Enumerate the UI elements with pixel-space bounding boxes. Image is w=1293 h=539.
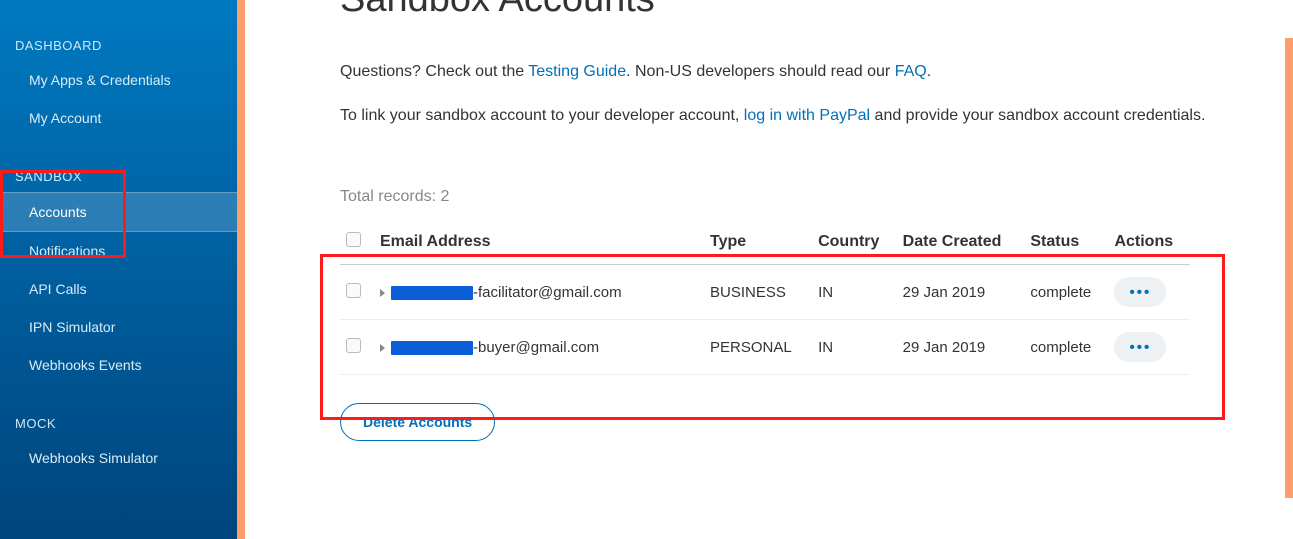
main-content: Sandbox Accounts Questions? Check out th… bbox=[245, 0, 1293, 539]
divider-strip-right bbox=[1285, 38, 1293, 498]
cell-status: complete bbox=[1024, 265, 1108, 320]
intro-p1-a: Questions? Check out the bbox=[340, 63, 528, 80]
cell-type: PERSONAL bbox=[704, 320, 812, 375]
row-actions-button[interactable]: ••• bbox=[1114, 332, 1166, 362]
chevron-right-icon[interactable] bbox=[380, 289, 385, 297]
total-value: 2 bbox=[440, 188, 449, 205]
link-faq[interactable]: FAQ bbox=[895, 63, 927, 80]
chevron-right-icon[interactable] bbox=[380, 344, 385, 352]
sidebar-item-accounts[interactable]: Accounts bbox=[0, 192, 237, 232]
sidebar: DASHBOARD My Apps & Credentials My Accou… bbox=[0, 0, 237, 539]
sidebar-item-ipn-simulator[interactable]: IPN Simulator bbox=[0, 308, 237, 346]
cell-country: IN bbox=[812, 265, 897, 320]
cell-type: BUSINESS bbox=[704, 265, 812, 320]
intro-p2-a: To link your sandbox account to your dev… bbox=[340, 107, 744, 124]
link-testing-guide[interactable]: Testing Guide bbox=[528, 63, 626, 80]
table-row: -facilitator@gmail.com BUSINESS IN 29 Ja… bbox=[340, 265, 1190, 320]
link-login-paypal[interactable]: log in with PayPal bbox=[744, 107, 870, 124]
intro-p1-c: . bbox=[927, 63, 931, 80]
col-type: Type bbox=[704, 224, 812, 265]
section-title-sandbox: SANDBOX bbox=[0, 159, 237, 192]
checkbox-row[interactable] bbox=[346, 338, 361, 353]
sidebar-item-my-account[interactable]: My Account bbox=[0, 99, 237, 137]
accounts-table: Email Address Type Country Date Created … bbox=[340, 224, 1190, 375]
col-country: Country bbox=[812, 224, 897, 265]
intro-text: Questions? Check out the Testing Guide. … bbox=[340, 59, 1253, 128]
total-records: Total records: 2 bbox=[340, 188, 1253, 206]
section-title-mock: MOCK bbox=[0, 406, 237, 439]
redacted-text bbox=[391, 286, 473, 300]
sidebar-item-api-calls[interactable]: API Calls bbox=[0, 270, 237, 308]
cell-status: complete bbox=[1024, 320, 1108, 375]
page-title: Sandbox Accounts bbox=[340, 0, 1253, 21]
sidebar-item-notifications[interactable]: Notifications bbox=[0, 232, 237, 270]
col-email: Email Address bbox=[374, 224, 704, 265]
email-suffix: -facilitator@gmail.com bbox=[473, 284, 622, 301]
intro-p1-b: . Non-US developers should read our bbox=[626, 63, 895, 80]
checkbox-select-all[interactable] bbox=[346, 232, 361, 247]
sidebar-item-webhooks-simulator[interactable]: Webhooks Simulator bbox=[0, 439, 237, 477]
redacted-text bbox=[391, 341, 473, 355]
col-status: Status bbox=[1024, 224, 1108, 265]
intro-p2-b: and provide your sandbox account credent… bbox=[870, 107, 1205, 124]
row-actions-button[interactable]: ••• bbox=[1114, 277, 1166, 307]
col-date-created: Date Created bbox=[897, 224, 1025, 265]
cell-date: 29 Jan 2019 bbox=[897, 265, 1025, 320]
divider-strip bbox=[237, 0, 245, 539]
table-row: -buyer@gmail.com PERSONAL IN 29 Jan 2019… bbox=[340, 320, 1190, 375]
cell-country: IN bbox=[812, 320, 897, 375]
cell-date: 29 Jan 2019 bbox=[897, 320, 1025, 375]
delete-accounts-button[interactable]: Delete Accounts bbox=[340, 403, 495, 441]
sidebar-item-my-apps[interactable]: My Apps & Credentials bbox=[0, 61, 237, 99]
total-label: Total records: bbox=[340, 188, 440, 205]
checkbox-row[interactable] bbox=[346, 283, 361, 298]
email-suffix: -buyer@gmail.com bbox=[473, 339, 599, 356]
col-actions: Actions bbox=[1108, 224, 1190, 265]
section-title-dashboard: DASHBOARD bbox=[0, 28, 237, 61]
sidebar-item-webhooks-events[interactable]: Webhooks Events bbox=[0, 346, 237, 384]
